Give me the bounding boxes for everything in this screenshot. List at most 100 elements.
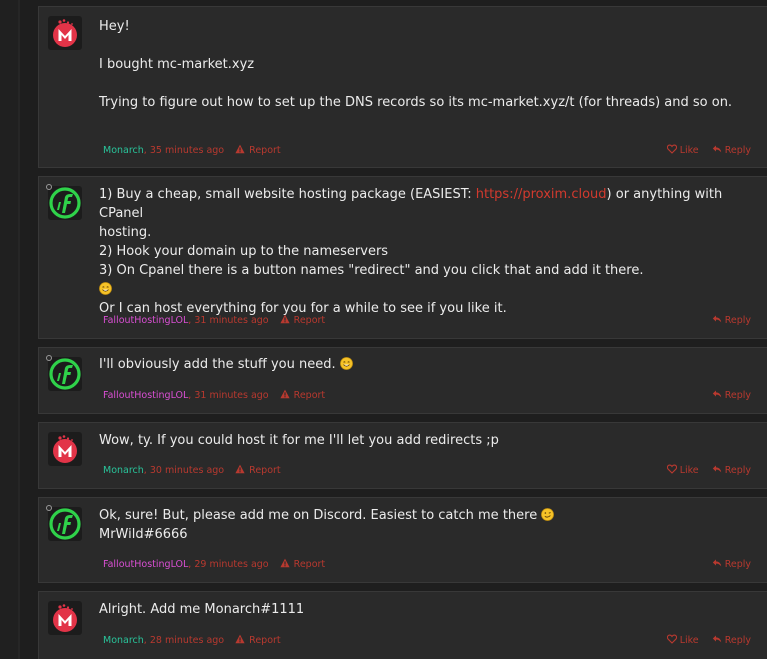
message-line: I bought mc-market.xyz — [99, 57, 255, 72]
reply-label: Reply — [724, 465, 751, 476]
post-6-message: Alright. Add me Monarch#1111 — [99, 600, 753, 619]
post-5-actions: Reply — [702, 558, 751, 571]
fallout-f-logo-icon[interactable] — [48, 186, 82, 220]
post-4-message: Wow, ty. If you could host it for me I'l… — [99, 431, 753, 450]
message-text: Ok, sure! But, please add me on Discord.… — [99, 508, 542, 523]
author-link[interactable]: Monarch — [103, 635, 144, 646]
like-label: Like — [679, 145, 699, 156]
timestamp-link[interactable]: 29 minutes ago — [194, 559, 268, 570]
post-6-meta: Monarch, 28 minutes ago Report — [103, 634, 281, 647]
timestamp-link[interactable]: 30 minutes ago — [150, 465, 224, 476]
reply-button[interactable]: Reply — [712, 635, 751, 646]
reply-label: Reply — [724, 315, 751, 326]
report-label: Report — [249, 635, 281, 646]
reply-label: Reply — [724, 145, 751, 156]
report-button[interactable]: Report — [280, 315, 325, 326]
sidebar-divider — [18, 0, 20, 659]
reply-button[interactable]: Reply — [712, 145, 751, 156]
monarch-m-logo-icon[interactable] — [48, 16, 82, 50]
post-6: Alright. Add me Monarch#1111 Monarch, 28… — [38, 591, 767, 659]
monarch-m-logo-icon[interactable] — [48, 601, 82, 635]
post-1: Hey! I bought mc-market.xyz Trying to fi… — [38, 6, 767, 168]
heart-icon — [667, 464, 677, 474]
message-line: Ok, sure! But, please add me on Discord.… — [99, 506, 753, 525]
message-line: MrWild#6666 — [99, 527, 188, 542]
reply-arrow-icon — [712, 634, 722, 644]
post-2-message: 1) Buy a cheap, small website hosting pa… — [99, 185, 753, 318]
online-status-dot — [46, 505, 52, 511]
message-line: 3) On Cpanel there is a button names "re… — [99, 263, 644, 278]
author-link[interactable]: FalloutHostingLOL — [103, 390, 188, 401]
reply-arrow-icon — [712, 464, 722, 474]
heart-icon — [667, 144, 677, 154]
like-label: Like — [679, 465, 699, 476]
wink-emoji-icon — [541, 508, 554, 521]
message-line: Wow, ty. If you could host it for me I'l… — [99, 433, 499, 448]
reply-button[interactable]: Reply — [712, 559, 751, 570]
online-status-dot — [46, 355, 52, 361]
separator: , — [188, 315, 192, 326]
message-line: Hey! — [99, 19, 130, 34]
post-2-actions: Reply — [702, 314, 751, 327]
author-link[interactable]: FalloutHostingLOL — [103, 315, 188, 326]
like-button[interactable]: Like — [667, 465, 699, 476]
message-line: hosting. — [99, 225, 152, 240]
post-3-actions: Reply — [702, 389, 751, 402]
message-line: I'll obviously add the stuff you need. — [99, 355, 753, 374]
post-2-meta: FalloutHostingLOL, 31 minutes ago Report — [103, 314, 325, 327]
post-1-meta: Monarch, 35 minutes ago Report — [103, 144, 281, 157]
reply-arrow-icon — [712, 314, 722, 324]
report-button[interactable]: Report — [280, 389, 326, 401]
sidebar-strip — [0, 0, 18, 659]
reply-arrow-icon — [712, 389, 722, 399]
timestamp-link[interactable]: 31 minutes ago — [194, 390, 268, 401]
reply-label: Reply — [724, 559, 751, 570]
report-button[interactable]: Report — [235, 145, 281, 156]
message-text: I'll obviously add the stuff you need. — [99, 357, 340, 372]
report-button[interactable]: Report — [280, 559, 325, 570]
warning-icon — [280, 389, 290, 399]
separator: , — [143, 465, 147, 476]
reply-button[interactable]: Reply — [712, 465, 751, 476]
post-5: Ok, sure! But, please add me on Discord.… — [38, 497, 767, 583]
proxim-cloud-link[interactable]: https://proxim.cloud — [476, 187, 607, 202]
message-line: 1) Buy a cheap, small website hosting pa… — [99, 185, 753, 223]
monarch-m-logo-icon[interactable] — [48, 432, 82, 466]
report-label: Report — [249, 145, 281, 156]
author-link[interactable]: FalloutHostingLOL — [103, 559, 188, 570]
message-text: 1) Buy a cheap, small website hosting pa… — [99, 187, 476, 202]
post-2: 1) Buy a cheap, small website hosting pa… — [38, 176, 767, 339]
message-line: Alright. Add me Monarch#1111 — [99, 602, 305, 617]
separator: , — [188, 390, 192, 401]
fallout-f-logo-icon[interactable] — [48, 507, 82, 541]
like-button[interactable]: Like — [667, 145, 699, 156]
reply-button[interactable]: Reply — [712, 390, 751, 401]
message-line — [99, 280, 753, 299]
report-button[interactable]: Report — [235, 465, 281, 476]
post-3-message: I'll obviously add the stuff you need. — [99, 355, 753, 374]
post-3: I'll obviously add the stuff you need. F… — [38, 347, 767, 414]
timestamp-link[interactable]: 31 minutes ago — [194, 315, 268, 326]
report-label: Report — [293, 390, 326, 401]
separator: , — [188, 559, 192, 570]
heart-icon — [667, 634, 677, 644]
reply-arrow-icon — [712, 558, 722, 568]
reply-button[interactable]: Reply — [712, 315, 751, 326]
author-link[interactable]: Monarch — [103, 145, 144, 156]
message-line: Trying to figure out how to set up the D… — [99, 95, 733, 110]
timestamp-link[interactable]: 28 minutes ago — [150, 635, 224, 646]
warning-icon — [235, 464, 245, 474]
timestamp-link[interactable]: 35 minutes ago — [150, 145, 224, 156]
post-5-message: Ok, sure! But, please add me on Discord.… — [99, 506, 753, 544]
reply-label: Reply — [724, 390, 751, 401]
post-1-actions: Like Reply — [657, 144, 751, 157]
report-button[interactable]: Report — [235, 635, 281, 646]
fallout-f-logo-icon[interactable] — [48, 357, 82, 391]
warning-icon — [235, 144, 245, 154]
author-link[interactable]: Monarch — [103, 465, 144, 476]
reply-arrow-icon — [712, 144, 722, 154]
like-button[interactable]: Like — [667, 635, 699, 646]
smile-emoji-icon — [340, 357, 353, 370]
post-4-actions: Like Reply — [657, 464, 751, 477]
report-label: Report — [249, 465, 281, 476]
